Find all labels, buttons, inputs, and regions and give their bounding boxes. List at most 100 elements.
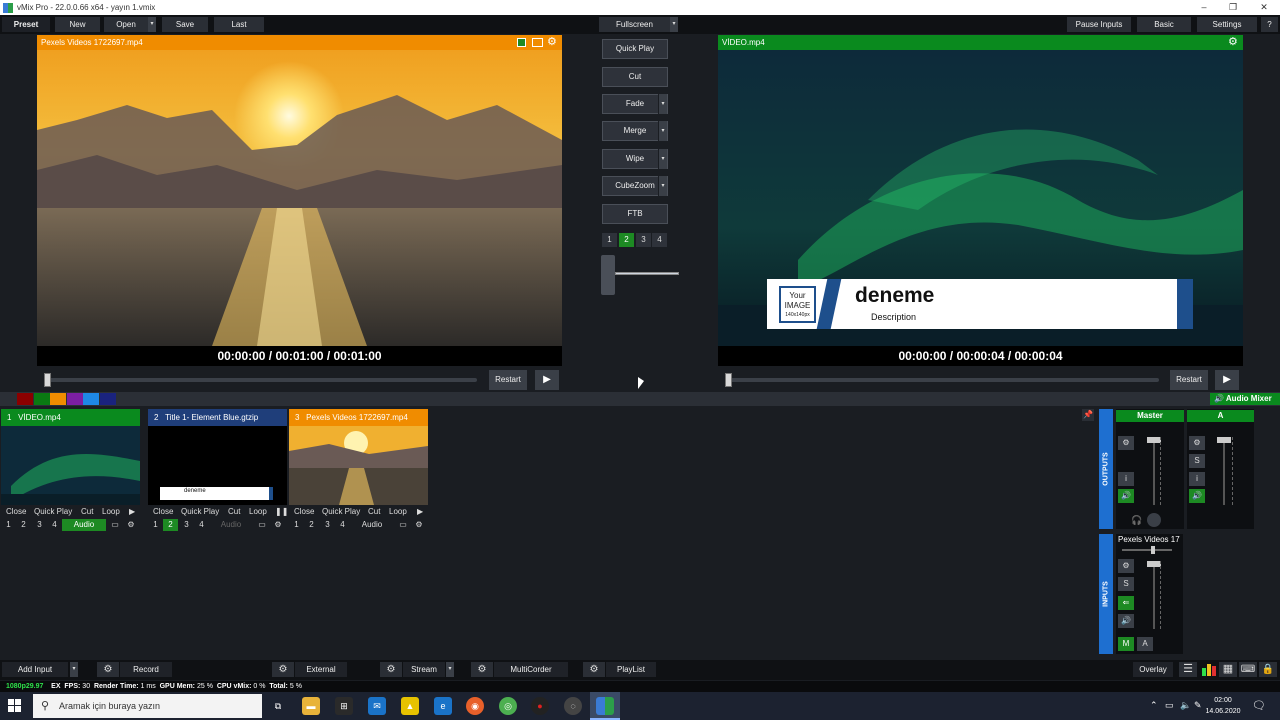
audio-levels-icon[interactable]	[1201, 663, 1217, 676]
monitor-icon[interactable]: ▭	[109, 519, 121, 531]
input-2-overlay-1[interactable]: 1	[148, 519, 163, 531]
bus-a-speaker-icon[interactable]: 🔊	[1189, 489, 1205, 503]
playlist-gear-icon[interactable]: ⚙	[583, 662, 605, 677]
screen-icon[interactable]	[532, 38, 543, 47]
bus-a-fader-track[interactable]	[1223, 437, 1225, 505]
input-1-header[interactable]: 1 VİDEO.mp4	[1, 409, 140, 426]
master-fader-track[interactable]	[1153, 437, 1155, 505]
quick-play-button[interactable]: Quick Play	[602, 39, 668, 59]
input-3-overlay-4[interactable]: 4	[335, 519, 350, 531]
gear-icon[interactable]: ⚙	[547, 35, 557, 50]
stream-button[interactable]: Stream	[403, 662, 445, 677]
record-app-icon[interactable]: ●	[531, 697, 549, 715]
file-explorer-icon[interactable]: ▬	[302, 697, 320, 715]
stream-gear-icon[interactable]: ⚙	[380, 662, 402, 677]
color-swatch-navy[interactable]	[100, 393, 116, 405]
preview-scrub-handle[interactable]	[44, 373, 51, 387]
fullscreen-dropdown-icon[interactable]: ▾	[670, 17, 678, 32]
overlay-button[interactable]: Overlay	[1133, 662, 1173, 677]
input-2-audio-button[interactable]: Audio	[209, 519, 253, 531]
input-3-overlay-2[interactable]: 2	[304, 519, 319, 531]
input-3-quick-play-button[interactable]: Quick Play	[322, 505, 360, 518]
master-gear-icon[interactable]: ⚙	[1118, 436, 1134, 450]
record-gear-icon[interactable]: ⚙	[97, 662, 119, 677]
lock-icon[interactable]: 🔒	[1259, 662, 1277, 677]
input-2-loop-button[interactable]: Loop	[249, 505, 267, 518]
cubezoom-dropdown-icon[interactable]: ▾	[658, 176, 667, 196]
input-3-close-button[interactable]: Close	[294, 505, 314, 518]
fade-dropdown-icon[interactable]: ▾	[658, 94, 667, 114]
input-3-thumbnail[interactable]	[289, 426, 428, 505]
input-1-close-button[interactable]: Close	[6, 505, 26, 518]
chrome-icon[interactable]: ◎	[499, 697, 517, 715]
pan-knob[interactable]	[1151, 546, 1155, 554]
minimize-icon[interactable]: –	[1190, 0, 1218, 15]
input-2-overlay-2[interactable]: 2	[163, 519, 178, 531]
color-swatch-none[interactable]	[1, 393, 17, 405]
input-2-close-button[interactable]: Close	[153, 505, 173, 518]
preview-scrub-bar[interactable]	[45, 378, 477, 382]
playlist-button[interactable]: PlayList	[606, 662, 656, 677]
input-strip-solo-button[interactable]: S	[1118, 577, 1134, 591]
add-input-button[interactable]: Add Input	[2, 662, 68, 677]
color-swatch-red[interactable]	[17, 393, 33, 405]
input-1-quick-play-button[interactable]: Quick Play	[34, 505, 72, 518]
pin-icon[interactable]: 📌	[1082, 409, 1094, 421]
app-icon[interactable]: ▲	[401, 697, 419, 715]
monitor-icon[interactable]: ▭	[397, 519, 409, 531]
output-scrub-bar[interactable]	[727, 378, 1159, 382]
keyboard-icon[interactable]: ⌨	[1239, 662, 1257, 677]
input-strip-bus-a-button[interactable]: A	[1137, 637, 1153, 651]
external-gear-icon[interactable]: ⚙	[272, 662, 294, 677]
output-restart-button[interactable]: Restart	[1170, 370, 1208, 390]
list-view-icon[interactable]: ☰	[1179, 662, 1197, 677]
obs-icon[interactable]: ◌	[564, 697, 582, 715]
input-strip-speaker-icon[interactable]: 🔊	[1118, 614, 1134, 628]
input-2-pause-icon[interactable]: ❚❚	[275, 505, 288, 518]
input-strip-master-button[interactable]: M	[1118, 637, 1134, 651]
bus-a-fader-knob[interactable]	[1217, 437, 1231, 443]
input-2-header[interactable]: 2 Title 1- Element Blue.gtzip	[148, 409, 287, 426]
input-1-play-icon[interactable]: ▶	[129, 505, 135, 518]
network-icon[interactable]: ▭	[1165, 700, 1174, 711]
merge-dropdown-icon[interactable]: ▾	[658, 121, 667, 141]
input-3-header[interactable]: 3 Pexels Videos 1722697.mp4	[289, 409, 428, 426]
gear-icon[interactable]: ⚙	[413, 519, 425, 531]
tray-chevron-icon[interactable]: ⌃	[1150, 700, 1158, 711]
input-1-thumbnail[interactable]	[1, 426, 140, 505]
headphones-icon[interactable]: 🎧	[1131, 515, 1142, 526]
bus-a-info-button[interactable]: i	[1189, 472, 1205, 486]
color-swatch-blue[interactable]	[83, 393, 99, 405]
color-tag-icon[interactable]	[517, 38, 526, 47]
input-strip-fader-knob[interactable]	[1147, 561, 1161, 567]
input-2-quick-play-button[interactable]: Quick Play	[181, 505, 219, 518]
input-3-cut-button[interactable]: Cut	[368, 505, 380, 518]
input-strip-follow-icon[interactable]: ⇐	[1118, 596, 1134, 610]
preview-play-button[interactable]: ▶	[535, 370, 559, 390]
firefox-icon[interactable]: ◉	[466, 697, 484, 715]
output-play-button[interactable]: ▶	[1215, 370, 1239, 390]
help-button[interactable]: ?	[1261, 17, 1278, 32]
bus-a-gear-icon[interactable]: ⚙	[1189, 436, 1205, 450]
color-swatch-green[interactable]	[34, 393, 50, 405]
input-2-overlay-3[interactable]: 3	[179, 519, 194, 531]
input-1-overlay-3[interactable]: 3	[32, 519, 47, 531]
transition-number-2[interactable]: 2	[619, 233, 634, 247]
output-scrub-handle[interactable]	[725, 373, 732, 387]
preview-restart-button[interactable]: Restart	[489, 370, 527, 390]
gear-icon[interactable]: ⚙	[272, 519, 284, 531]
input-strip-gear-icon[interactable]: ⚙	[1118, 559, 1134, 573]
input-3-overlay-3[interactable]: 3	[320, 519, 335, 531]
monitor-icon[interactable]: ▭	[256, 519, 268, 531]
taskbar-search-input[interactable]: Aramak için buraya yazın	[33, 694, 262, 718]
multicorder-button[interactable]: MultiCorder	[494, 662, 568, 677]
volume-icon[interactable]: 🔈	[1180, 700, 1191, 711]
wipe-dropdown-icon[interactable]: ▾	[658, 149, 667, 169]
multicorder-gear-icon[interactable]: ⚙	[471, 662, 493, 677]
stream-dropdown-icon[interactable]: ▾	[446, 662, 454, 677]
fullscreen-button[interactable]: Fullscreen	[599, 17, 670, 32]
input-strip-fader-track[interactable]	[1153, 561, 1155, 629]
record-button[interactable]: Record	[120, 662, 172, 677]
new-button[interactable]: New	[55, 17, 100, 32]
pan-slider[interactable]	[1122, 549, 1172, 551]
